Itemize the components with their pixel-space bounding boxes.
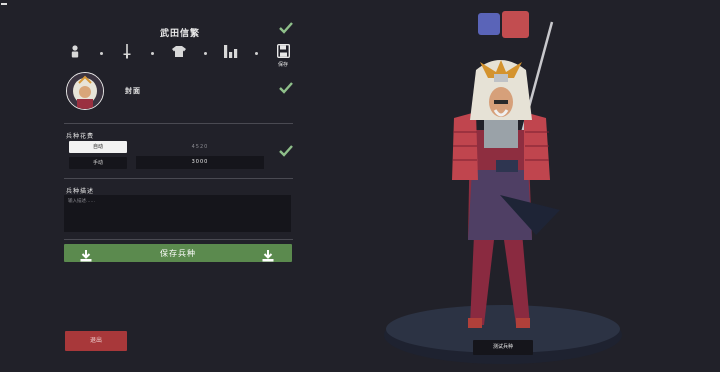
save-unit-button[interactable]: 保存兵种 [64, 244, 292, 262]
save-icon[interactable] [277, 44, 290, 58]
description-section-label: 兵种描述 [66, 188, 95, 195]
unit-preview-model [440, 20, 580, 340]
cost-section-label: 兵种花费 [66, 133, 95, 140]
divider [64, 178, 293, 179]
sword-icon[interactable] [123, 44, 131, 59]
manual-cost-button[interactable]: 手动 [69, 157, 127, 169]
divider [64, 239, 293, 240]
divider [64, 123, 293, 124]
person-icon[interactable] [70, 45, 80, 58]
save-tab-label: 保存 [277, 62, 288, 68]
exit-button[interactable]: 退出 [65, 331, 127, 351]
cover-label: 封面 [125, 87, 141, 95]
cost-check-icon[interactable] [279, 145, 293, 157]
bar-chart-icon[interactable] [224, 45, 238, 58]
tab-separator-dot [204, 52, 207, 55]
auto-cost-button[interactable]: 自动 [69, 141, 127, 153]
download-icon [262, 247, 274, 266]
description-placeholder: 输入描述…… [68, 199, 95, 204]
auto-cost-value: 4520 [191, 144, 209, 150]
save-unit-label: 保存兵种 [160, 249, 196, 258]
tab-separator-dot [151, 52, 154, 55]
tab-separator-dot [100, 52, 103, 55]
test-unit-button[interactable]: 测试兵种 [473, 340, 533, 355]
title-check-icon[interactable] [279, 22, 293, 34]
corner-marker [1, 3, 7, 5]
shirt-icon[interactable] [172, 46, 186, 57]
unit-avatar[interactable] [66, 72, 104, 110]
manual-cost-input[interactable]: 3000 [136, 156, 264, 169]
unit-name-title: 武田信繁 [159, 29, 200, 39]
description-textarea[interactable]: 输入描述…… [64, 195, 291, 232]
tab-separator-dot [255, 52, 258, 55]
cover-check-icon[interactable] [279, 82, 293, 94]
